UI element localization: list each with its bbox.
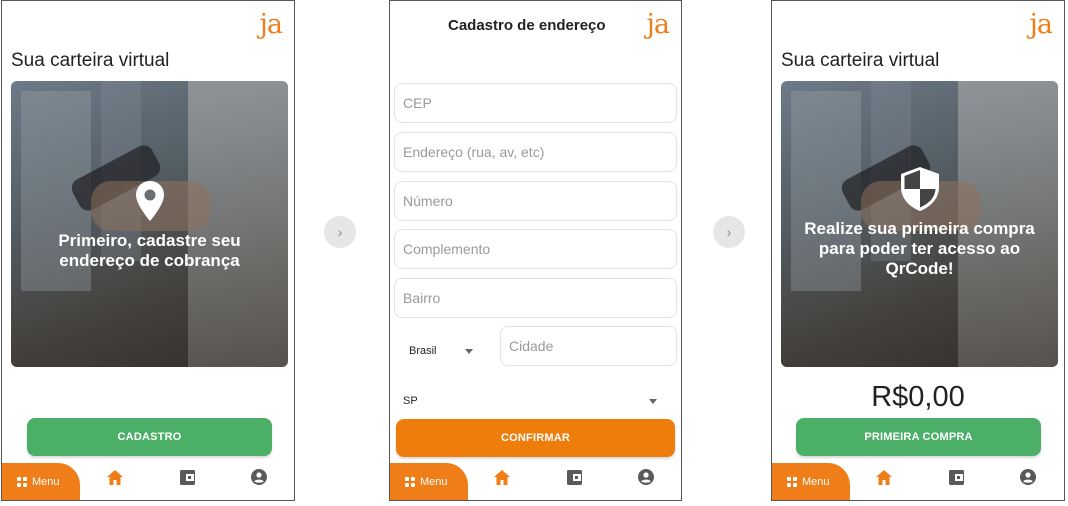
home-icon[interactable] <box>107 470 123 490</box>
ja-logo: ja <box>1029 9 1053 40</box>
cadastro-button[interactable]: CADASTRO <box>27 418 272 456</box>
hero-banner: Realize sua primeira compra para poder t… <box>781 81 1058 367</box>
state-select[interactable]: SP <box>403 389 663 415</box>
location-pin-icon <box>11 181 288 226</box>
ja-logo: ja <box>646 9 670 40</box>
home-icon[interactable] <box>876 470 892 490</box>
chevron-down-icon <box>649 399 657 404</box>
next-arrow-button[interactable]: › <box>713 216 745 248</box>
menu-label: Menu <box>420 475 448 488</box>
menu-tab[interactable]: Menu <box>772 463 850 500</box>
screen-address-form: Cadastro de endereço ja CEP Endereço (ru… <box>389 0 682 501</box>
menu-tab[interactable]: Menu <box>2 463 80 500</box>
chevron-down-icon <box>465 349 473 354</box>
hero-message: Realize sua primeira compra para poder t… <box>804 219 1035 278</box>
primeira-compra-button[interactable]: PRIMEIRA COMPRA <box>796 418 1041 456</box>
country-select[interactable]: Brasil <box>405 337 480 363</box>
home-icon[interactable] <box>494 470 510 490</box>
cep-field[interactable]: CEP <box>394 83 677 123</box>
confirmar-button[interactable]: CONFIRMAR <box>396 419 675 457</box>
menu-label: Menu <box>32 475 60 488</box>
bottom-nav: Menu <box>772 463 1064 500</box>
bottom-nav: Menu <box>2 463 294 500</box>
wallet-icon[interactable] <box>180 470 196 490</box>
account-icon[interactable] <box>638 469 654 490</box>
page-title: Cadastro de endereço <box>448 17 606 34</box>
menu-tab[interactable]: Menu <box>390 463 468 500</box>
grid-icon <box>17 476 27 487</box>
numero-field[interactable]: Número <box>394 181 677 221</box>
ja-logo: ja <box>259 9 283 40</box>
menu-label: Menu <box>802 475 830 488</box>
shield-icon <box>781 167 1058 216</box>
wallet-balance: R$0,00 <box>871 381 965 413</box>
wallet-icon[interactable] <box>949 470 965 490</box>
screen-wallet-address: ja Sua carteira virtual Primeiro, cadast… <box>1 0 295 501</box>
cidade-field[interactable]: Cidade <box>500 326 677 366</box>
hero-banner: Primeiro, cadastre seu endereço de cobra… <box>11 81 288 367</box>
page-title: Sua carteira virtual <box>11 50 170 71</box>
bottom-nav: Menu <box>390 463 681 500</box>
endereco-field[interactable]: Endereço (rua, av, etc) <box>394 132 677 172</box>
bairro-field[interactable]: Bairro <box>394 278 677 318</box>
screen-wallet-first-purchase: ja Sua carteira virtual Realize sua prim… <box>771 0 1065 501</box>
grid-icon <box>405 476 415 487</box>
account-icon[interactable] <box>1020 469 1036 490</box>
state-value: SP <box>403 395 418 407</box>
country-value: Brasil <box>409 345 437 357</box>
next-arrow-button[interactable]: › <box>324 216 356 248</box>
grid-icon <box>787 476 797 487</box>
page-title: Sua carteira virtual <box>781 50 940 71</box>
account-icon[interactable] <box>251 469 267 490</box>
hero-message: Primeiro, cadastre seu endereço de cobra… <box>58 231 241 270</box>
wallet-icon[interactable] <box>567 470 583 490</box>
complemento-field[interactable]: Complemento <box>394 229 677 269</box>
